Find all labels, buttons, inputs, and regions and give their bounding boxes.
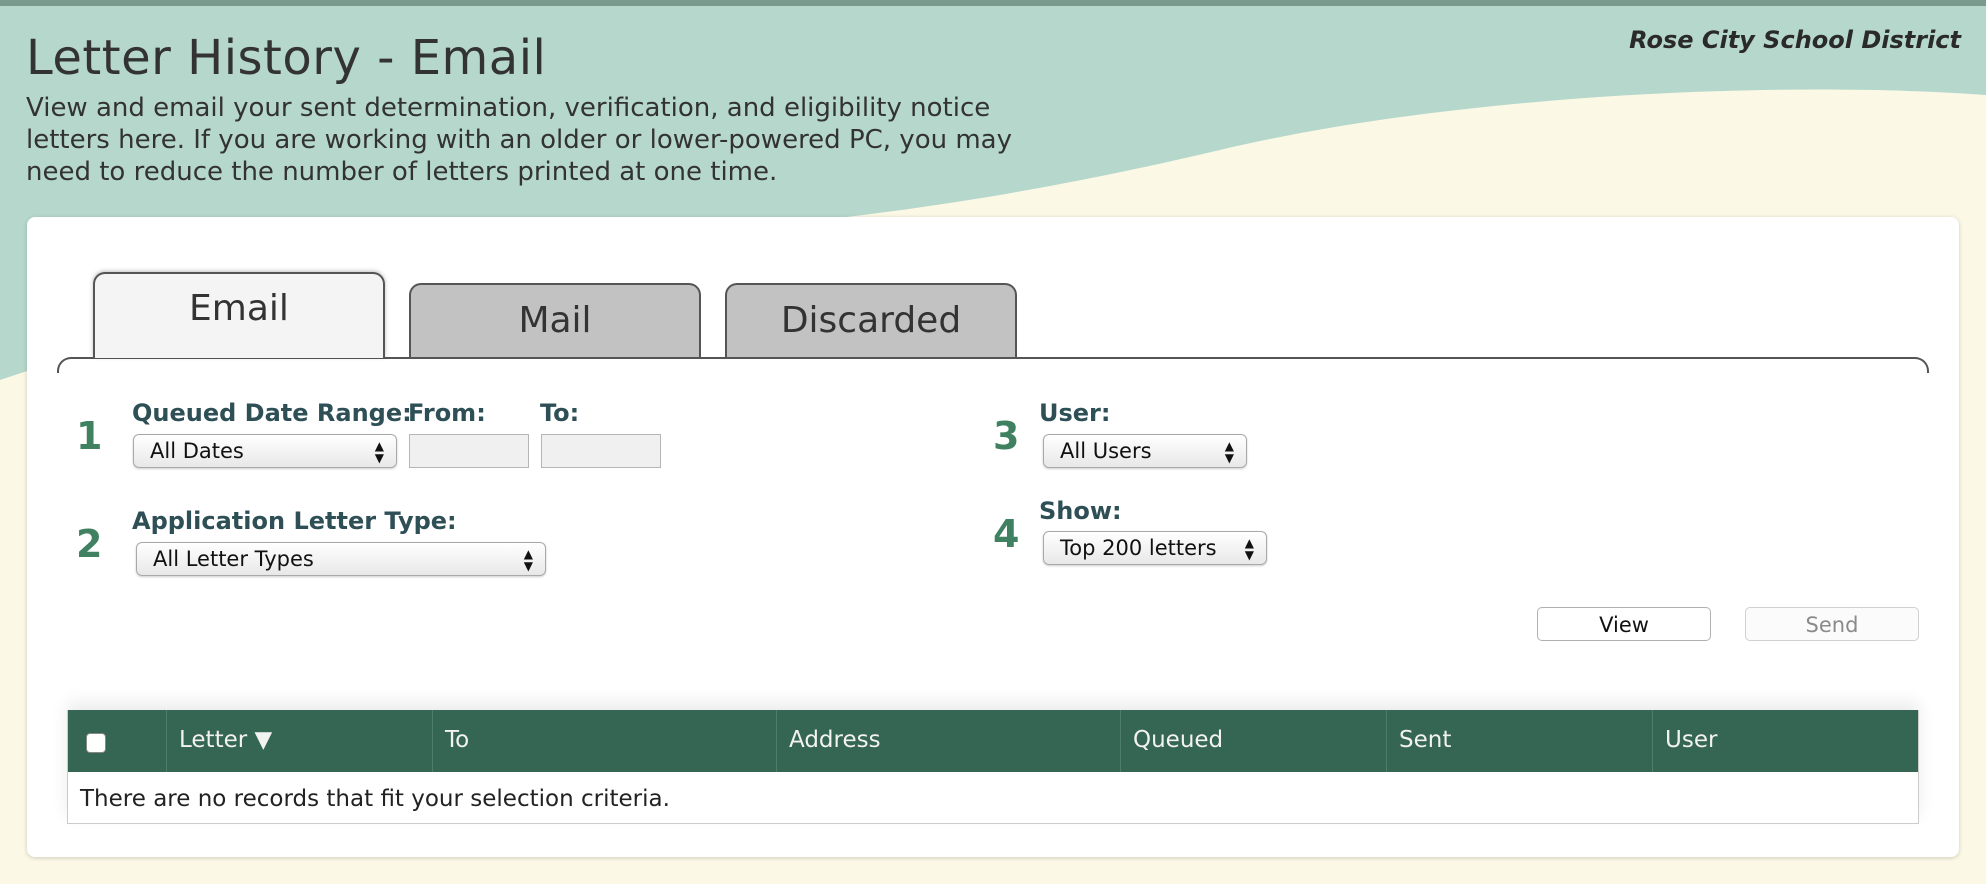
- application-letter-type-label: Application Letter Type:: [132, 507, 457, 535]
- to-label: To:: [540, 399, 580, 427]
- step-number-4: 4: [993, 512, 1020, 556]
- step-number-2: 2: [76, 522, 103, 566]
- updown-arrows-icon: ▲ ▼: [1224, 439, 1234, 465]
- user-label: User:: [1039, 399, 1111, 427]
- queued-date-range-value: All Dates: [150, 439, 244, 463]
- page-description: View and email your sent determination, …: [26, 93, 1012, 187]
- show-label: Show:: [1039, 497, 1122, 525]
- tab-mail[interactable]: Mail: [409, 283, 701, 359]
- updown-arrows-icon: ▲ ▼: [374, 439, 384, 465]
- column-to[interactable]: To: [432, 710, 776, 772]
- select-all-column: [68, 710, 166, 772]
- updown-arrows-icon: ▲ ▼: [523, 547, 533, 573]
- queued-date-range-select[interactable]: All Dates ▲ ▼: [133, 434, 397, 468]
- application-letter-type-select[interactable]: All Letter Types ▲ ▼: [136, 542, 546, 576]
- view-button[interactable]: View: [1537, 607, 1711, 641]
- user-select-value: All Users: [1060, 439, 1152, 463]
- tab-mail-label: Mail: [518, 300, 592, 341]
- from-label: From:: [408, 399, 486, 427]
- step-number-3: 3: [993, 414, 1020, 458]
- updown-arrows-icon: ▲ ▼: [1244, 536, 1254, 562]
- table-header: Letter ▼ To Address Queued Sent User: [68, 710, 1918, 772]
- letters-table: Letter ▼ To Address Queued Sent User The…: [67, 710, 1919, 824]
- page-title: Letter History - Email: [26, 30, 547, 86]
- send-button[interactable]: Send: [1745, 607, 1919, 641]
- tab-discarded[interactable]: Discarded: [725, 283, 1017, 359]
- application-letter-type-value: All Letter Types: [153, 547, 314, 571]
- column-sent[interactable]: Sent: [1386, 710, 1652, 772]
- tab-email[interactable]: Email: [93, 272, 385, 358]
- select-all-checkbox[interactable]: [86, 733, 106, 753]
- column-queued[interactable]: Queued: [1120, 710, 1386, 772]
- tab-email-label: Email: [189, 288, 289, 329]
- to-date-input[interactable]: [541, 434, 661, 468]
- show-select[interactable]: Top 200 letters ▲ ▼: [1043, 531, 1267, 565]
- user-select[interactable]: All Users ▲ ▼: [1043, 434, 1247, 468]
- empty-table-message: There are no records that fit your selec…: [80, 786, 670, 812]
- from-date-input[interactable]: [409, 434, 529, 468]
- queued-date-range-label: Queued Date Range:: [132, 399, 412, 427]
- tab-content-border: [57, 357, 1929, 373]
- column-user[interactable]: User: [1652, 710, 1918, 772]
- step-number-1: 1: [76, 414, 103, 458]
- column-letter[interactable]: Letter ▼: [166, 710, 432, 772]
- tab-discarded-label: Discarded: [780, 300, 962, 341]
- letter-history-panel: Email Mail Discarded 1 Queued Date Range…: [27, 217, 1959, 857]
- district-name: Rose City School District: [1629, 26, 1961, 54]
- show-select-value: Top 200 letters: [1060, 536, 1217, 560]
- column-address[interactable]: Address: [776, 710, 1120, 772]
